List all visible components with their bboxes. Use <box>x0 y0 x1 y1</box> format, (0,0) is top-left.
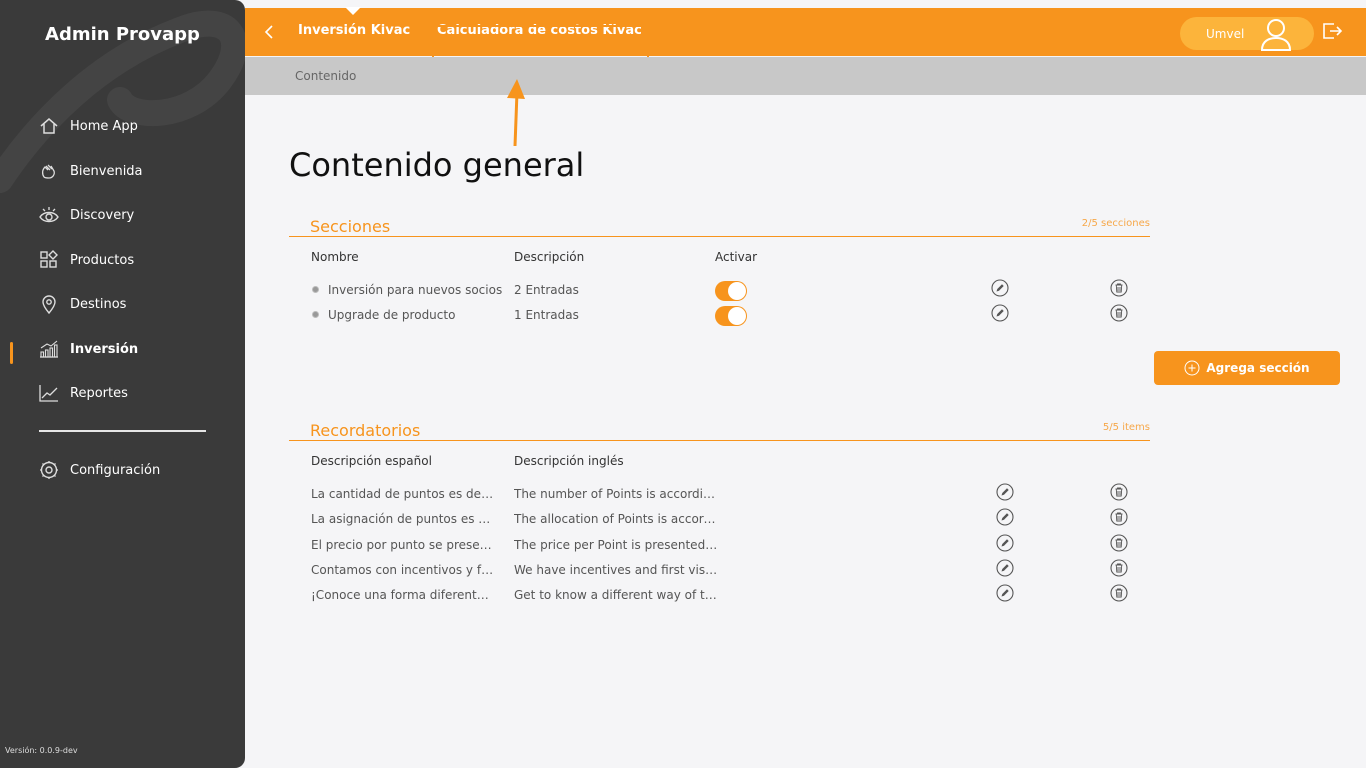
trash-icon[interactable] <box>1110 584 1128 602</box>
reminder-en: The allocation of Points is accord... <box>514 512 719 526</box>
trash-icon[interactable] <box>1110 559 1128 577</box>
bullet-icon <box>312 311 319 318</box>
edit-pencil-icon[interactable] <box>996 584 1014 602</box>
trash-icon[interactable] <box>1110 304 1128 322</box>
bullet-icon <box>312 286 319 293</box>
sidebar: Admin Provapp Home App Bienvenida Discov… <box>0 0 245 768</box>
sidebar-item-configuracion[interactable]: Configuración <box>38 458 160 482</box>
sidebar-item-label: Configuración <box>70 462 161 478</box>
logout-icon[interactable] <box>1321 20 1343 42</box>
plus-circle-icon <box>1184 360 1200 376</box>
col-header-desc-es: Descripción español <box>311 454 432 468</box>
trash-icon[interactable] <box>1110 508 1128 526</box>
section-name: Upgrade de producto <box>328 308 456 322</box>
trash-icon[interactable] <box>1110 534 1128 552</box>
reminder-es: ¡Conoce una forma diferente ... <box>311 588 496 602</box>
sidebar-item-inversion[interactable]: Inversión <box>38 337 138 361</box>
reminder-en: We have incentives and first visit ... <box>514 563 719 577</box>
tab-indicator <box>345 7 361 15</box>
grid-icon <box>38 249 60 271</box>
breadcrumb: Contenido <box>295 69 357 83</box>
bar-chart-icon <box>38 338 60 360</box>
toggle-knob <box>728 307 746 325</box>
section-desc: 2 Entradas <box>514 283 579 297</box>
version-label: Versión: 0.0.9-dev <box>5 746 78 755</box>
reminder-es: La cantidad de puntos es de ... <box>311 487 496 501</box>
edit-pencil-icon[interactable] <box>996 508 1014 526</box>
trash-icon[interactable] <box>1110 483 1128 501</box>
sidebar-item-destinos[interactable]: Destinos <box>38 292 126 316</box>
edit-pencil-icon[interactable] <box>991 279 1009 297</box>
sidebar-item-label: Inversión <box>70 341 139 357</box>
edit-pencil-icon[interactable] <box>996 483 1014 501</box>
sidebar-item-discovery[interactable]: Discovery <box>38 203 134 227</box>
sidebar-item-label: Home App <box>70 118 138 134</box>
active-indicator <box>10 342 13 364</box>
col-header-descripcion: Descripción <box>514 250 585 264</box>
reminder-es: Contamos con incentivos y fa... <box>311 563 496 577</box>
add-section-button[interactable]: Agrega sección <box>1154 351 1340 385</box>
secciones-title: Secciones <box>310 217 391 236</box>
user-menu-button[interactable]: Umvel <box>1180 17 1314 51</box>
toggle-knob <box>728 282 746 300</box>
gear-icon <box>38 459 60 481</box>
wave-hand-icon <box>38 160 60 182</box>
trash-icon[interactable] <box>1110 279 1128 297</box>
app-title: Admin Provapp <box>45 24 200 45</box>
eye-icon <box>38 204 60 226</box>
reminder-en: The number of Points is accordin... <box>514 487 719 501</box>
section-name: Inversión para nuevos socios <box>328 283 503 297</box>
location-pin-icon <box>38 293 60 315</box>
col-header-activar: Activar <box>715 250 758 264</box>
edit-pencil-icon[interactable] <box>996 534 1014 552</box>
sidebar-item-label: Reportes <box>70 385 128 401</box>
sidebar-item-label: Bienvenida <box>70 163 143 179</box>
reminder-en: The price per Point is presented i... <box>514 538 719 552</box>
secciones-header: Secciones 2/5 secciones <box>289 216 1150 237</box>
col-header-nombre: Nombre <box>311 250 359 264</box>
edit-pencil-icon[interactable] <box>991 304 1009 322</box>
sidebar-item-productos[interactable]: Productos <box>38 248 134 272</box>
recordatorios-count: 5/5 items <box>1102 422 1150 433</box>
annotation-arrow-icon <box>507 79 525 147</box>
sidebar-item-bienvenida[interactable]: Bienvenida <box>38 159 143 183</box>
breadcrumb-bar: Contenido <box>245 57 1366 95</box>
user-avatar-icon <box>1260 19 1292 51</box>
home-icon <box>38 115 60 137</box>
secciones-count: 2/5 secciones <box>1081 218 1150 229</box>
sidebar-item-reportes[interactable]: Reportes <box>38 381 128 405</box>
recordatorios-title: Recordatorios <box>310 421 421 440</box>
edit-pencil-icon[interactable] <box>996 559 1014 577</box>
recordatorios-header: Recordatorios 5/5 items <box>289 420 1150 441</box>
line-chart-icon <box>38 382 60 404</box>
back-chevron-icon[interactable] <box>259 22 279 42</box>
sidebar-item-label: Destinos <box>70 296 127 312</box>
col-header-desc-en: Descripción inglés <box>514 454 624 468</box>
reminder-es: El precio por punto se presen... <box>311 538 496 552</box>
activate-toggle[interactable] <box>715 281 747 301</box>
user-name: Umvel <box>1206 27 1245 41</box>
reminder-es: La asignación de puntos es d... <box>311 512 496 526</box>
activate-toggle[interactable] <box>715 306 747 326</box>
sidebar-item-label: Productos <box>70 252 135 268</box>
page-title: Contenido general <box>289 146 585 184</box>
sidebar-item-label: Discovery <box>70 207 135 223</box>
tab-inversion-kivac[interactable]: Inversión Kivac <box>298 23 410 38</box>
sidebar-item-home-app[interactable]: Home App <box>38 114 138 138</box>
sidebar-divider <box>39 430 206 432</box>
top-bar: Inversión Kivac Calculadora de costos Ki… <box>245 7 1366 56</box>
reminder-en: Get to know a different way of tra... <box>514 588 719 602</box>
section-desc: 1 Entradas <box>514 308 579 322</box>
add-section-label: Agrega sección <box>1206 361 1310 375</box>
